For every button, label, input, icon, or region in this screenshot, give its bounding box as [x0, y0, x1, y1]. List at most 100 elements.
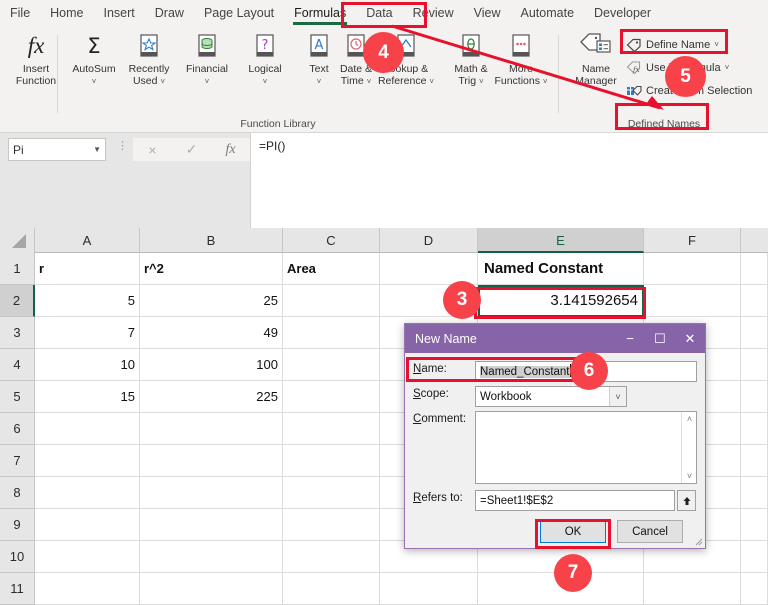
more-functions-button[interactable]: More Functions ˅: [487, 31, 555, 87]
chevron-down-icon[interactable]: ˅: [714, 40, 719, 49]
cell-b10[interactable]: [140, 541, 283, 573]
cell-g3[interactable]: [741, 317, 768, 349]
formula-bar-grip[interactable]: ⋮: [117, 141, 128, 152]
comment-scrollbar[interactable]: ˄ ˅: [681, 412, 696, 483]
cell-a7[interactable]: [35, 445, 140, 477]
cell-g11[interactable]: [741, 573, 768, 605]
cell-a2[interactable]: 5: [35, 285, 140, 317]
row-header-1[interactable]: 1: [0, 253, 35, 285]
row-header-6[interactable]: 6: [0, 413, 35, 445]
cell-a3[interactable]: 7: [35, 317, 140, 349]
ribbon-tab-insert[interactable]: Insert: [94, 0, 145, 27]
cell-b8[interactable]: [140, 477, 283, 509]
row-header-5[interactable]: 5: [0, 381, 35, 413]
cell-g5[interactable]: [741, 381, 768, 413]
scroll-up-icon[interactable]: ˄: [682, 412, 697, 426]
row-header-8[interactable]: 8: [0, 477, 35, 509]
cell-a10[interactable]: [35, 541, 140, 573]
cell-f2[interactable]: [644, 285, 741, 317]
close-icon[interactable]: ✕: [675, 324, 705, 353]
cell-b9[interactable]: [140, 509, 283, 541]
column-header-e[interactable]: E: [478, 228, 644, 253]
column-header-b[interactable]: B: [140, 228, 283, 253]
cell-d11[interactable]: [380, 573, 478, 605]
refers-to-input[interactable]: =Sheet1!$E$2: [475, 490, 675, 511]
ribbon-tab-formulas[interactable]: Formulas: [284, 0, 356, 27]
dialog-title-bar[interactable]: New Name − ☐ ✕: [405, 324, 705, 353]
ribbon-tab-review[interactable]: Review: [403, 0, 464, 27]
row-header-2[interactable]: 2: [0, 285, 35, 317]
row-header-10[interactable]: 10: [0, 541, 35, 573]
cell-e2[interactable]: 3.141592654: [478, 285, 644, 317]
row-header-4[interactable]: 4: [0, 349, 35, 381]
cell-c10[interactable]: [283, 541, 380, 573]
scope-select[interactable]: Workbook ˅: [475, 386, 627, 407]
scroll-down-icon[interactable]: ˅: [682, 469, 697, 483]
recently-used-button[interactable]: Recently Used ˅: [118, 31, 180, 87]
ok-button[interactable]: OK: [540, 520, 606, 543]
cell-b4[interactable]: 100: [140, 349, 283, 381]
cell-c11[interactable]: [283, 573, 380, 605]
cell-a1[interactable]: r: [35, 253, 140, 285]
cell-b5[interactable]: 225: [140, 381, 283, 413]
cell-g2[interactable]: [741, 285, 768, 317]
cancel-formula-icon[interactable]: ×: [133, 142, 172, 158]
cell-a8[interactable]: [35, 477, 140, 509]
select-all-corner[interactable]: [0, 228, 35, 253]
autosum-button[interactable]: Σ AutoSum ˅: [63, 31, 125, 87]
cell-b6[interactable]: [140, 413, 283, 445]
logical-button[interactable]: ? Logical ˅: [234, 31, 296, 87]
row-header-7[interactable]: 7: [0, 445, 35, 477]
cell-a11[interactable]: [35, 573, 140, 605]
chevron-down-icon[interactable]: ˅: [725, 63, 730, 72]
ribbon-tab-automate[interactable]: Automate: [511, 0, 585, 27]
column-header-d[interactable]: D: [380, 228, 478, 253]
name-box-dropdown-icon[interactable]: ▼: [93, 145, 101, 154]
column-header-g[interactable]: [741, 228, 768, 253]
define-name-button[interactable]: Define Name ˅: [626, 35, 719, 54]
chevron-down-icon[interactable]: ˅: [609, 387, 626, 406]
cell-g1[interactable]: [741, 253, 768, 285]
row-header-9[interactable]: 9: [0, 509, 35, 541]
cell-c7[interactable]: [283, 445, 380, 477]
cancel-button[interactable]: Cancel: [617, 520, 683, 543]
minimize-icon[interactable]: −: [615, 324, 645, 353]
name-box[interactable]: Pi ▼: [8, 138, 106, 161]
cell-g8[interactable]: [741, 477, 768, 509]
cell-c9[interactable]: [283, 509, 380, 541]
insert-function-icon[interactable]: fx: [211, 142, 250, 158]
comment-textarea[interactable]: ˄ ˅: [475, 411, 697, 484]
ribbon-tab-data[interactable]: Data: [356, 0, 402, 27]
cell-a9[interactable]: [35, 509, 140, 541]
cell-b2[interactable]: 25: [140, 285, 283, 317]
cell-a6[interactable]: [35, 413, 140, 445]
cell-b1[interactable]: r^2: [140, 253, 283, 285]
ribbon-tab-page-layout[interactable]: Page Layout: [194, 0, 284, 27]
column-header-a[interactable]: A: [35, 228, 140, 253]
cell-b11[interactable]: [140, 573, 283, 605]
cell-e1[interactable]: Named Constant: [478, 253, 644, 285]
cell-a5[interactable]: 15: [35, 381, 140, 413]
cell-c4[interactable]: [283, 349, 380, 381]
name-manager-button[interactable]: Name Manager: [568, 31, 624, 87]
cell-g4[interactable]: [741, 349, 768, 381]
cell-b7[interactable]: [140, 445, 283, 477]
row-header-11[interactable]: 11: [0, 573, 35, 605]
ribbon-tab-view[interactable]: View: [464, 0, 511, 27]
cell-c5[interactable]: [283, 381, 380, 413]
financial-button[interactable]: Financial ˅: [176, 31, 238, 87]
ribbon-tab-developer[interactable]: Developer: [584, 0, 661, 27]
row-header-3[interactable]: 3: [0, 317, 35, 349]
cell-b3[interactable]: 49: [140, 317, 283, 349]
cell-g7[interactable]: [741, 445, 768, 477]
cell-c2[interactable]: [283, 285, 380, 317]
range-picker-icon[interactable]: [677, 490, 696, 511]
cell-c1[interactable]: Area: [283, 253, 380, 285]
ribbon-tab-file[interactable]: File: [0, 0, 40, 27]
enter-formula-icon[interactable]: ✓: [172, 141, 211, 158]
column-header-c[interactable]: C: [283, 228, 380, 253]
ribbon-tab-home[interactable]: Home: [40, 0, 93, 27]
ribbon-tab-draw[interactable]: Draw: [145, 0, 194, 27]
cell-a4[interactable]: 10: [35, 349, 140, 381]
formula-input[interactable]: =PI(): [250, 133, 768, 228]
